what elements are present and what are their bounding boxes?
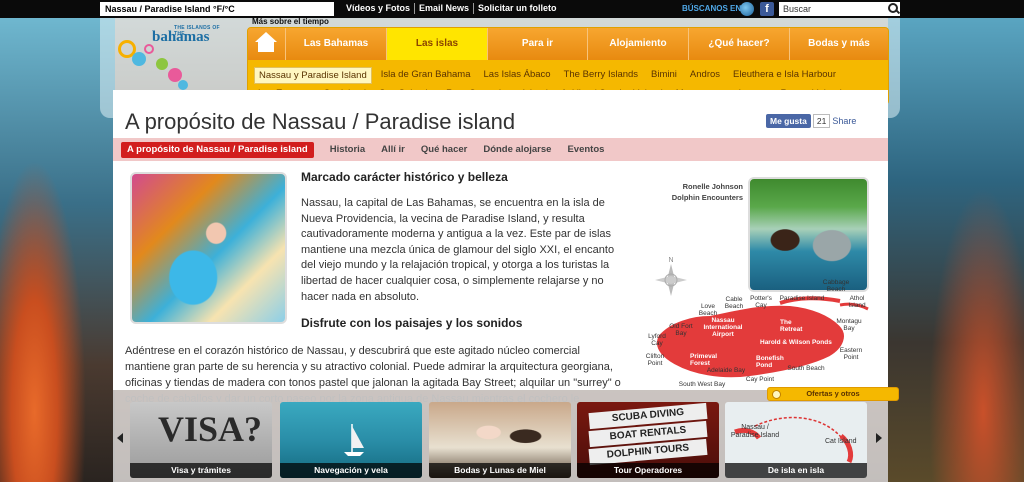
map-label: Primeval Forest [690, 353, 718, 367]
subnav-item[interactable]: Las Islas Ábaco [480, 67, 555, 84]
card-caption: Tour Operadores [577, 463, 719, 478]
map-label: Clifton Point [645, 353, 665, 367]
map-label: Old Fort Bay [669, 323, 693, 337]
card-tour-operators[interactable]: SCUBA DIVING BOAT RENTALS DOLPHIN TOURS … [577, 402, 719, 478]
search-icon[interactable] [888, 3, 898, 13]
subnav-item[interactable]: The Berry Islands [560, 67, 642, 84]
map-label: Eastern Point [839, 347, 863, 361]
caption-name: Ronelle Johnson [682, 182, 743, 191]
article-heading-2: Disfrute con los paisajes y los sonidos [301, 316, 523, 330]
subnav-item[interactable]: Eleuthera e Isla Harbour [729, 67, 840, 84]
article-heading-1: Marcado carácter histórico y belleza [301, 170, 508, 184]
logo-dot [178, 80, 188, 90]
tab-eventos[interactable]: Eventos [567, 142, 604, 158]
tab-alli-ir[interactable]: Allí ir [381, 142, 405, 158]
map-label: Cay Point [745, 376, 775, 383]
nav-item-para-ir[interactable]: Para ir [488, 28, 588, 60]
map-label: Lyford Cay [648, 333, 666, 347]
nav-item-bodas[interactable]: Bodas y más [790, 28, 888, 60]
background-left [0, 18, 115, 482]
main-nav-bar: Las Bahamas Las islas Para ir Alojamient… [248, 28, 888, 60]
nassau-map[interactable]: Cabbage Beach Cable Beach Potter's Cay P… [640, 243, 880, 391]
brochure-link[interactable]: Solicitar un folleto [474, 3, 561, 14]
offers-tab[interactable]: Ofertas y otros [767, 387, 899, 401]
facebook-icon[interactable]: f [760, 2, 774, 16]
like-button[interactable]: Me gusta [766, 114, 811, 128]
offers-label: Ofertas y otros [806, 389, 860, 398]
map-label: Potter's Cay [750, 295, 772, 309]
subnav-item[interactable]: Andros [686, 67, 724, 84]
nav-item-las-bahamas[interactable]: Las Bahamas [286, 28, 387, 60]
carousel-prev-icon[interactable] [117, 433, 123, 443]
card-visa[interactable]: VISA? Visa y trámites [130, 402, 272, 478]
logo-text: bahamas [152, 29, 210, 45]
mini-map-label-cat-island: Cat Island [825, 438, 857, 445]
map-label: Cabbage Beach [822, 279, 850, 293]
subnav-item[interactable]: Isla de Gran Bahama [377, 67, 475, 84]
mini-map-label-nassau: Nassau / Paradise Island [730, 424, 780, 439]
card-sailing[interactable]: Navegación y vela [280, 402, 422, 478]
card-caption: Navegación y vela [280, 463, 422, 478]
tab-historia[interactable]: Historia [330, 142, 365, 158]
search-input[interactable]: Buscar [779, 2, 900, 16]
search-placeholder: Buscar [783, 4, 812, 14]
card-caption: Visa y trámites [130, 463, 272, 478]
card-island-hopping[interactable]: Nassau / Paradise Island Cat Island De i… [725, 402, 867, 478]
nav-item-que-hacer[interactable]: ¿Qué hacer? [689, 28, 790, 60]
map-label: Paradise Island [779, 295, 825, 302]
carousel-next-icon[interactable] [876, 433, 882, 443]
more-weather-link[interactable]: Más sobre el tiempo [252, 17, 329, 26]
videos-link[interactable]: Vídeos y Fotos [342, 3, 416, 14]
background-right [888, 18, 1024, 482]
nav-item-alojamiento[interactable]: Alojamiento [588, 28, 689, 60]
chevron-down-icon [772, 390, 781, 399]
card-weddings[interactable]: Bodas y Lunas de Miel [429, 402, 571, 478]
map-label: Cable Beach [724, 296, 744, 310]
find-us-label: BÚSCANOS EN [682, 4, 742, 13]
map-label: Adelaide Bay [706, 367, 746, 374]
map-label: Love Beach [698, 303, 718, 317]
globe-icon[interactable] [740, 2, 754, 16]
map-label: Nassau International Airport [703, 317, 743, 338]
section-tabs: A propósito de Nassau / Paradise island … [113, 138, 888, 161]
weather-widget[interactable]: Nassau / Paradise Island °F/°C [100, 2, 334, 16]
share-link[interactable]: Share [832, 116, 856, 126]
tab-que-hacer[interactable]: Qué hacer [421, 142, 467, 158]
map-label: The Retreat [780, 319, 803, 333]
map-label: South Beach [787, 365, 825, 372]
home-icon[interactable] [248, 28, 286, 60]
map-label: Athol Island [848, 295, 866, 309]
top-bar: Nassau / Paradise Island °F/°C Vídeos y … [0, 0, 1024, 18]
logo-dot [144, 44, 154, 54]
card-caption: De isla en isla [725, 463, 867, 478]
article-paragraph-1: Nassau, la capital de Las Bahamas, se en… [301, 197, 615, 303]
visa-sign-text: VISA? [158, 409, 263, 449]
caption-org: Dolphin Encounters [671, 193, 743, 202]
top-links: Vídeos y Fotos Email News Solicitar un f… [342, 3, 561, 14]
page-title: A propósito de Nassau / Paradise island [125, 109, 516, 134]
like-count: 21 [812, 114, 831, 128]
subnav-item[interactable]: Nassau y Paradise Island [254, 67, 372, 84]
tab-donde-alojarse[interactable]: Dónde alojarse [483, 142, 551, 158]
tab-about[interactable]: A propósito de Nassau / Paradise island [121, 141, 314, 158]
map-label: Harold & Wilson Ponds [760, 339, 832, 346]
logo-dot [132, 52, 146, 66]
carnival-dancer-photo [130, 172, 287, 324]
facebook-like-box: Me gusta 21 Share [766, 114, 856, 128]
nav-item-las-islas[interactable]: Las islas [387, 28, 488, 60]
logo-dot [156, 58, 168, 70]
map-label: South West Bay [678, 381, 726, 388]
subnav-item[interactable]: Bimini [647, 67, 681, 84]
map-label: Montagu Bay [836, 318, 862, 332]
card-caption: Bodas y Lunas de Miel [429, 463, 571, 478]
like-label: Me gusta [770, 116, 807, 126]
photo-caption: Ronelle Johnson Dolphin Encounters [655, 181, 743, 203]
email-news-link[interactable]: Email News [415, 3, 475, 14]
